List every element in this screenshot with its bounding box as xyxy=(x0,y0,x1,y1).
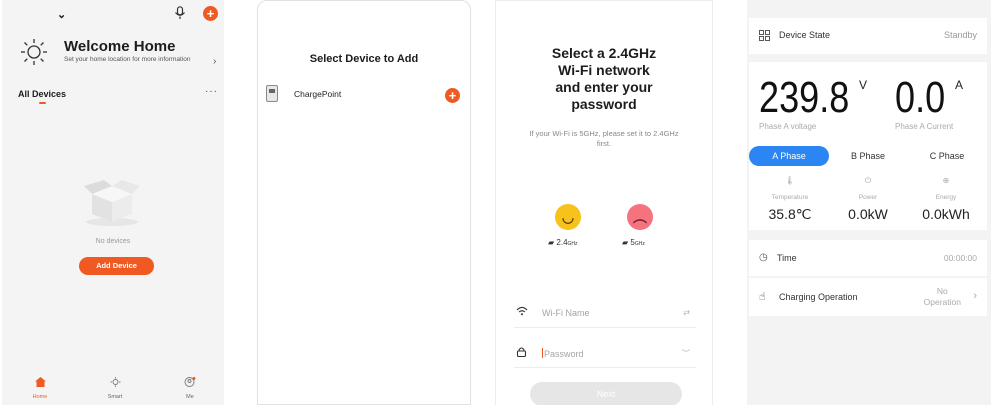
charging-operation-value: No Operation xyxy=(924,286,961,308)
current-label: Phase A Current xyxy=(895,122,954,131)
chevron-right-icon[interactable]: › xyxy=(213,56,216,67)
charging-operation-label: Charging Operation xyxy=(779,292,858,302)
all-devices-tab[interactable]: All Devices xyxy=(18,89,66,99)
energy-icon: ⊕ xyxy=(942,176,950,185)
empty-state-text: No devices xyxy=(95,238,131,245)
user-icon xyxy=(184,377,196,387)
add-icon[interactable]: + xyxy=(203,6,218,21)
more-options-icon[interactable]: ··· xyxy=(205,86,218,97)
tab-phase-c[interactable]: C Phase xyxy=(907,146,987,166)
charger-device-icon xyxy=(266,85,278,102)
page-title: Select Device to Add xyxy=(309,53,419,65)
wifi-title-line-3: and enter your xyxy=(555,79,653,95)
tab-me-label: Me xyxy=(186,394,194,400)
wifi-title: Select a 2.4GHz Wi-Fi network and enter … xyxy=(496,45,712,113)
energy-value: 0.0kWh xyxy=(922,206,970,222)
empty-box-illustration xyxy=(84,180,140,226)
tab-smart-label: Smart xyxy=(107,394,123,400)
temperature-label: Temperature xyxy=(771,194,809,201)
voltage-unit: V xyxy=(859,78,868,92)
wifi-name-input[interactable]: Wi-Fi Name xyxy=(542,308,590,318)
password-placeholder: Password xyxy=(544,349,584,359)
power-icon: ⏻ xyxy=(864,176,872,185)
home-top-bar: ⌄ + xyxy=(2,0,224,28)
device-state-screen: Device State Standby 239.8 V Phase A vol… xyxy=(747,0,991,405)
charging-value-line-1: No xyxy=(936,286,948,296)
welcome-subtitle[interactable]: Set your home location for more informat… xyxy=(64,56,194,63)
microphone-icon[interactable] xyxy=(174,6,186,20)
sun-icon xyxy=(110,377,120,387)
voltage-value: 239.8 xyxy=(759,73,850,122)
select-device-screen: Select Device to Add ChargePoint + xyxy=(257,0,471,405)
temperature-value: 35.8℃ xyxy=(768,206,812,222)
clock-icon: ◷ xyxy=(759,252,768,263)
wifi-subtitle: If your Wi-Fi is 5GHz, please set it to … xyxy=(529,129,679,148)
wifi-name-field[interactable]: Wi-Fi Name ⇄ xyxy=(514,298,696,328)
band-2-4ghz-unit: GHz xyxy=(567,241,578,247)
add-device-button[interactable]: Add Device xyxy=(79,257,154,275)
router-icon: ▰ xyxy=(548,238,555,247)
tab-phase-b[interactable]: B Phase xyxy=(828,146,908,166)
tab-home-label: Home xyxy=(32,394,48,400)
page: ⌄ + Welcome Home Set your home location … xyxy=(0,0,993,405)
text-cursor xyxy=(542,348,543,358)
band-5ghz-unit: GHz xyxy=(634,241,645,247)
device-state-card: Device State Standby xyxy=(749,18,987,54)
grid-icon xyxy=(759,30,770,41)
wifi-title-line-1: Select a 2.4GHz xyxy=(551,45,657,61)
device-state-value: Standby xyxy=(943,30,977,40)
thermometer-icon: 🌡︎ xyxy=(784,176,796,185)
add-device-icon[interactable]: + xyxy=(445,88,460,103)
show-password-icon[interactable]: ︶ xyxy=(682,348,690,359)
chevron-right-icon[interactable]: › xyxy=(973,290,977,302)
home-dropdown-chevron-icon[interactable]: ⌄ xyxy=(57,8,66,21)
tab-underline xyxy=(39,102,46,104)
band-5ghz: ▰ 5GHz xyxy=(622,238,645,247)
phase-readings-card: 239.8 V Phase A voltage 0.0 A Phase A Cu… xyxy=(749,62,987,230)
wifi-setup-screen: Select a 2.4GHz Wi-Fi network and enter … xyxy=(495,0,713,405)
voltage-label: Phase A voltage xyxy=(759,122,817,131)
current-unit: A xyxy=(955,78,964,92)
temperature-metric: 🌡︎ Temperature 35.8℃ xyxy=(753,172,827,228)
weather-sun-icon xyxy=(21,39,47,65)
power-value: 0.0kW xyxy=(848,206,888,222)
happy-face-icon: ◡ xyxy=(555,204,581,230)
next-button[interactable]: Next xyxy=(530,382,682,405)
energy-metric: ⊕ Energy 0.0kWh xyxy=(909,172,983,228)
password-input[interactable]: Password xyxy=(542,348,584,359)
password-field[interactable]: Password ︶ xyxy=(514,338,696,368)
bottom-tab-bar: Home Smart Me xyxy=(2,370,224,405)
time-value: 00:00:00 xyxy=(943,253,977,263)
welcome-title: Welcome Home xyxy=(64,38,176,55)
phase-tabs: A Phase B Phase C Phase xyxy=(749,146,987,166)
switch-network-icon[interactable]: ⇄ xyxy=(683,308,690,317)
lock-icon xyxy=(516,346,527,360)
charging-value-line-2: Operation xyxy=(923,297,961,307)
current-value: 0.0 xyxy=(895,73,946,122)
band-2-4ghz-number: 2.4 xyxy=(556,238,568,247)
home-screen: ⌄ + Welcome Home Set your home location … xyxy=(2,0,224,405)
energy-label: Energy xyxy=(935,194,957,201)
sad-face-icon: ︵ xyxy=(627,204,653,230)
tab-home[interactable]: Home xyxy=(20,374,60,400)
house-icon xyxy=(34,377,46,387)
wifi-icon xyxy=(516,306,528,319)
charging-operation-row[interactable]: ☝︎ Charging Operation No Operation › xyxy=(749,278,987,316)
time-card: ◷ Time 00:00:00 xyxy=(749,240,987,276)
tab-me[interactable]: Me xyxy=(170,374,210,400)
router-icon: ▰ xyxy=(622,238,629,247)
power-label: Power xyxy=(858,194,878,201)
wifi-title-line-2: Wi-Fi network xyxy=(558,62,650,78)
band-2-4ghz: ▰ 2.4GHz xyxy=(548,238,578,247)
wifi-title-line-4: password xyxy=(571,96,637,112)
device-state-label: Device State xyxy=(779,30,831,40)
hand-pointer-icon: ☝︎ xyxy=(759,291,766,303)
device-name[interactable]: ChargePoint xyxy=(294,89,341,99)
time-label: Time xyxy=(777,253,797,263)
tab-smart[interactable]: Smart xyxy=(95,374,135,400)
power-metric: ⏻ Power 0.0kW xyxy=(831,172,905,228)
tab-phase-a[interactable]: A Phase xyxy=(749,146,829,166)
